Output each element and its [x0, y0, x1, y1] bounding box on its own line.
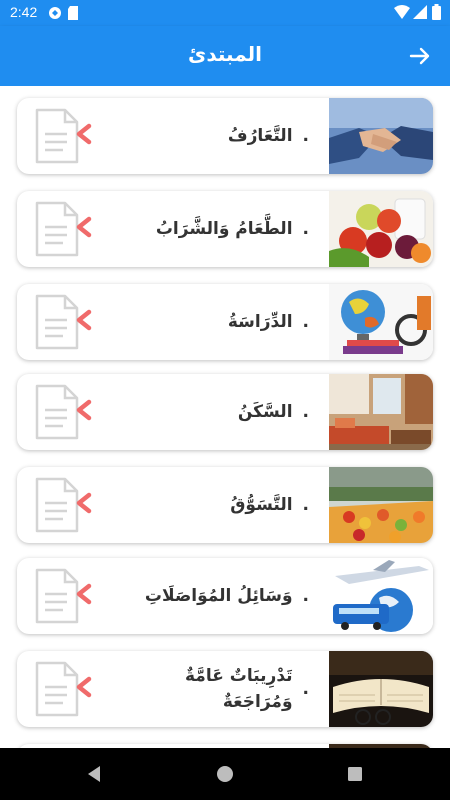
document-open-icon: [35, 568, 92, 624]
document-open-icon: [35, 108, 92, 164]
lesson-card[interactable]: . الطَّعَامُ وَالشَّرَابُ: [17, 191, 433, 267]
lesson-title: . تَدْرِيبَاتٌ عَامَّةٌ وَمُرَاجَعَةٌ: [185, 666, 309, 712]
sync-icon: [49, 7, 61, 19]
lesson-card[interactable]: . التَّعَارُفُ: [17, 98, 433, 174]
lesson-image-living-room: [329, 374, 433, 450]
app-bar: المبتدئ: [0, 26, 450, 86]
system-nav-bar: [0, 748, 450, 800]
document-open-icon: [35, 477, 92, 533]
signal-icon: [413, 5, 427, 19]
lesson-image-food-and-drink: [329, 191, 433, 267]
battery-icon: [432, 4, 441, 20]
status-bar: 2:42: [0, 0, 450, 26]
lesson-title: . الطَّعَامُ وَالشَّرَابُ: [155, 219, 309, 239]
sd-card-icon: [68, 6, 78, 20]
document-open-icon: [35, 384, 92, 440]
nav-home-icon[interactable]: [215, 764, 235, 784]
lesson-card[interactable]: . وَسَائِلُ المُوَاصَلَاتِ: [17, 558, 433, 634]
lesson-image-handshake: [329, 98, 433, 174]
status-time: 2:42: [10, 4, 38, 20]
lesson-card[interactable]: . تَدْرِيبَاتٌ عَامَّةٌ وَمُرَاجَعَةٌ: [17, 651, 433, 727]
document-open-icon: [35, 294, 92, 350]
nav-recents-icon[interactable]: [345, 764, 365, 784]
lesson-title: . السَّكَنُ: [237, 402, 309, 422]
lesson-image-open-book-glasses: [329, 651, 433, 727]
lesson-card[interactable]: . التَّسَوُّقُ: [17, 467, 433, 543]
lesson-image-supermarket: [329, 467, 433, 543]
nav-back-icon[interactable]: [84, 764, 104, 784]
lesson-image-globe-and-books: [329, 284, 433, 360]
lesson-card[interactable]: . الدِّرَاسَةُ: [17, 284, 433, 360]
lesson-title: . التَّسَوُّقُ: [230, 495, 309, 515]
document-open-icon: [35, 661, 92, 717]
page-title: المبتدئ: [188, 42, 262, 66]
lesson-title: . الدِّرَاسَةُ: [227, 312, 309, 332]
lesson-list: . التَّعَارُفُ . الطَّعَامُ وَالشَّرَابُ…: [0, 86, 450, 748]
lesson-image-airplane-bus-globe: [329, 558, 433, 634]
wifi-icon: [394, 5, 410, 19]
back-arrow-icon[interactable]: [408, 44, 432, 68]
lesson-card[interactable]: . السَّكَنُ: [17, 374, 433, 450]
document-open-icon: [35, 201, 92, 257]
lesson-title: . وَسَائِلُ المُوَاصَلَاتِ: [144, 586, 309, 606]
lesson-title: . التَّعَارُفُ: [227, 126, 309, 146]
